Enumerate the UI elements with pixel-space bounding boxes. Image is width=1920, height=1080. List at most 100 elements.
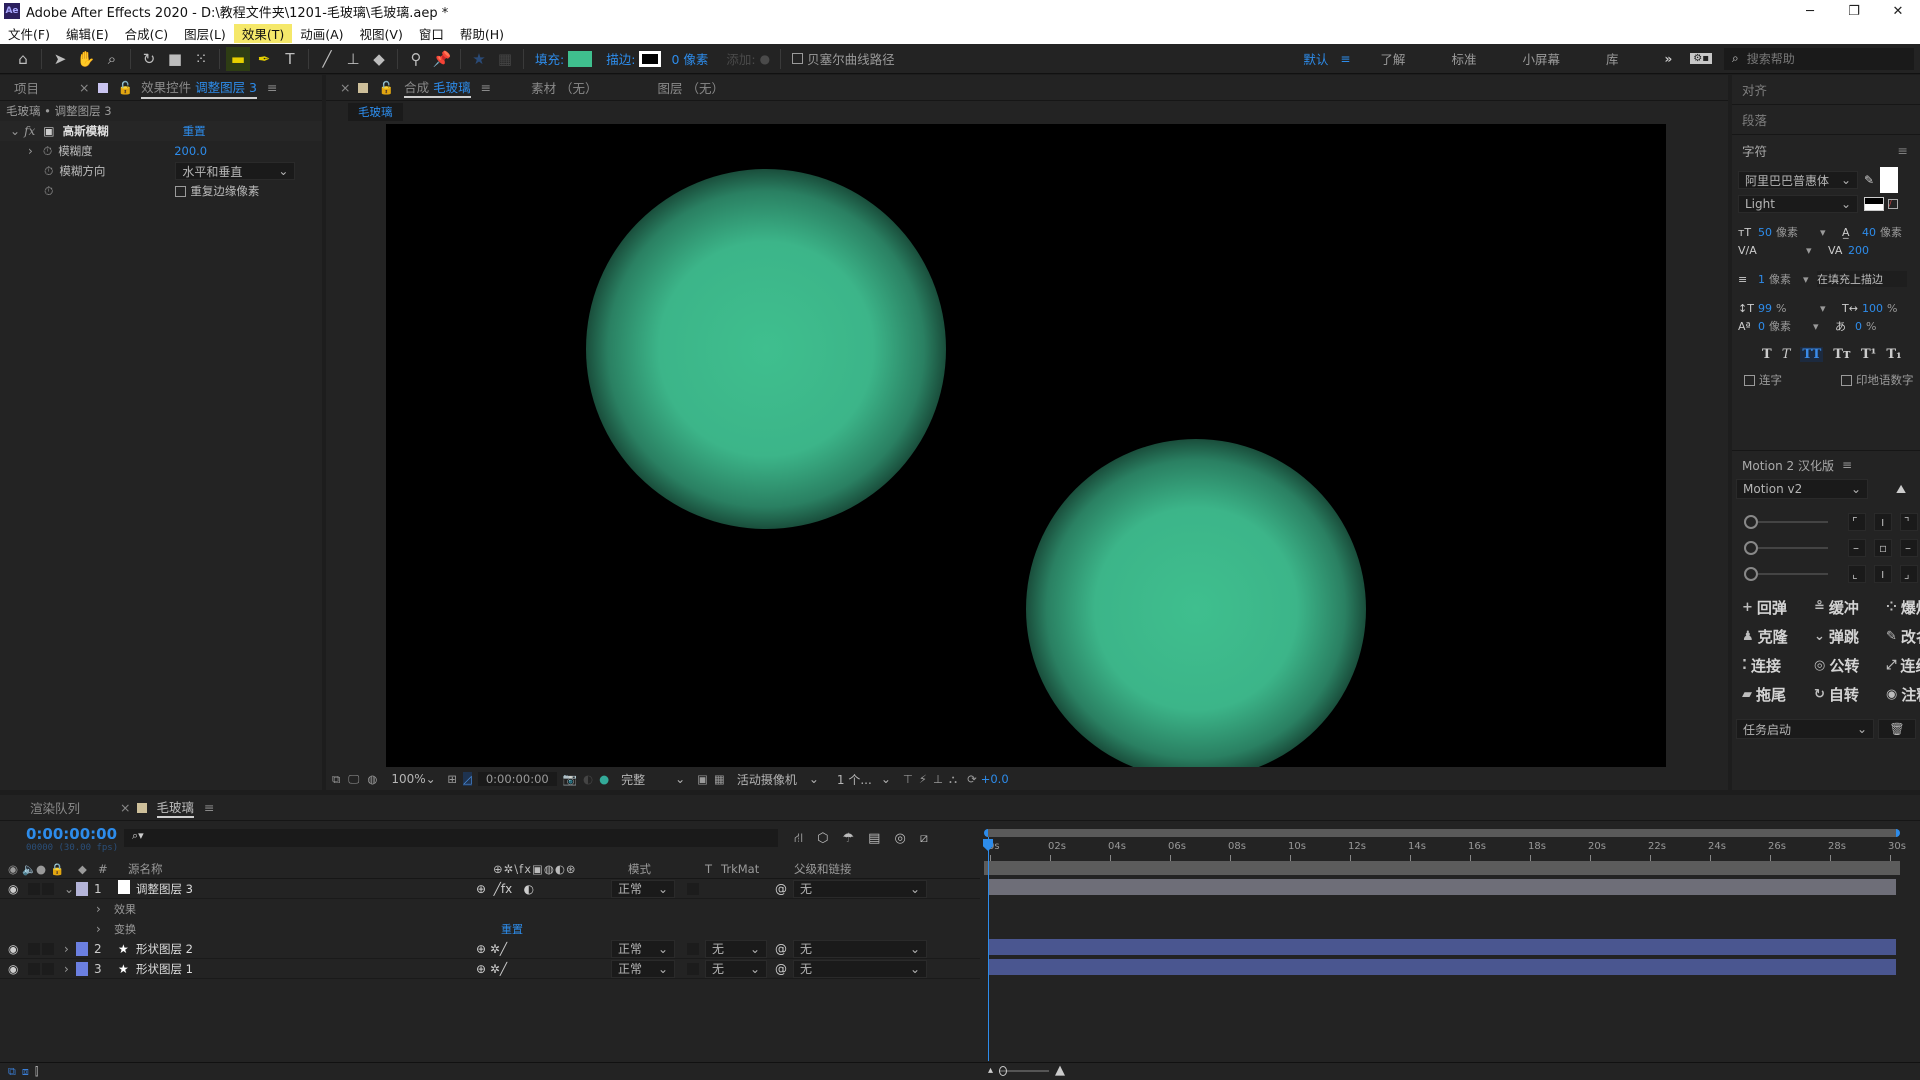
always-preview-icon[interactable]: ⧉	[332, 772, 340, 787]
dropdown-arrow-icon[interactable]: ▾	[1820, 302, 1842, 315]
paragraph-panel-header[interactable]: 段落	[1732, 105, 1920, 135]
label-color-swatch[interactable]	[76, 941, 88, 956]
puppet-pin-tool-icon[interactable]: 📌	[430, 47, 454, 71]
menu-window[interactable]: 窗口	[411, 24, 452, 43]
repeat-edge-checkbox[interactable]	[175, 185, 187, 197]
grid-icon[interactable]: ⊞	[447, 772, 457, 786]
ligatures-checkbox[interactable]	[1744, 374, 1755, 386]
anchor-bottom-left[interactable]: ⌞	[1848, 565, 1866, 583]
exposure-value[interactable]: +0.0	[981, 772, 1009, 786]
solo-toggle[interactable]	[42, 962, 54, 975]
layer-row[interactable]: ◉ › 3 ★ 形状图层 1 ⊕ ✲╱ 正常 ⌄ 无 ⌄ @ 无 ⌄	[0, 959, 980, 979]
pen-tool-icon[interactable]: ✒	[252, 47, 276, 71]
source-name-column-header[interactable]: 源名称	[128, 861, 493, 877]
tab-layer[interactable]: 图层 （无）	[658, 78, 724, 97]
pick-whip-icon[interactable]: @	[775, 882, 787, 896]
parent-select[interactable]: 无 ⌄	[793, 939, 927, 958]
snapshot-icon[interactable]: 📷	[563, 772, 577, 786]
blur-direction-select[interactable]: 水平和垂直 ⌄	[175, 162, 296, 180]
menu-view[interactable]: 视图(V)	[352, 24, 411, 43]
region-of-interest-icon[interactable]: ▣	[697, 772, 708, 786]
close-window-button[interactable]: ✕	[1876, 4, 1920, 19]
close-tab-icon[interactable]: ×	[79, 80, 89, 95]
visibility-eye-icon[interactable]: ◉	[8, 882, 28, 896]
audio-toggle[interactable]	[28, 942, 40, 955]
layer-bar-1[interactable]	[988, 879, 1896, 895]
label-color-swatch[interactable]	[76, 881, 88, 896]
dropdown-arrow-icon[interactable]: ▾	[1806, 244, 1828, 257]
expand-chevron-icon[interactable]: ›	[64, 962, 76, 976]
font-style-select[interactable]: Light ⌄	[1738, 195, 1858, 213]
motion-button-2[interactable]: ⁘爆炸	[1886, 597, 1920, 618]
task-launcher-select[interactable]: 任务启动 ⌄	[1736, 719, 1874, 739]
lock-icon[interactable]: 🔓	[118, 80, 134, 96]
anchor-left[interactable]: –	[1848, 539, 1866, 557]
clone-stamp-tool-icon[interactable]: ⊥	[341, 47, 365, 71]
layer-name[interactable]: 调整图层 3	[136, 881, 476, 897]
stroke-mode-select[interactable]: 在填充上描边	[1817, 271, 1907, 287]
in-out-toggle-icon[interactable]: ⫿	[35, 1065, 39, 1079]
transform-reset-link[interactable]: 重置	[501, 921, 523, 937]
audio-toggle[interactable]	[28, 962, 40, 975]
solo-toggle[interactable]	[42, 942, 54, 955]
menu-edit[interactable]: 编辑(E)	[58, 24, 117, 43]
font-family-select[interactable]: 阿里巴巴普惠体 ⌄	[1738, 171, 1858, 189]
layer-switches[interactable]: ⊕ ✲╱	[476, 942, 611, 956]
home-icon[interactable]: ⌂	[11, 47, 35, 71]
snapping-icon[interactable]: ★	[467, 47, 491, 71]
effect-reset-link[interactable]: 重置	[183, 123, 206, 139]
pick-whip-icon[interactable]: @	[775, 962, 787, 976]
trash-icon[interactable]: 🗑	[1878, 719, 1916, 739]
panel-menu-icon[interactable]: ≡	[267, 80, 277, 95]
transfer-controls-toggle-icon[interactable]: ⧈	[22, 1065, 29, 1079]
playhead[interactable]	[988, 837, 989, 1061]
mountains-icon[interactable]: ⛰	[1896, 482, 1906, 497]
faux-italic-button[interactable]: T	[1782, 347, 1791, 362]
workspace-settings-icon[interactable]: ⚙▪	[1690, 53, 1712, 64]
roto-brush-tool-icon[interactable]: ⚲	[404, 47, 428, 71]
expand-chevron-icon[interactable]: ›	[96, 922, 114, 936]
work-area-bar[interactable]	[984, 829, 1900, 837]
horizontal-scale-value[interactable]: 100	[1862, 302, 1883, 315]
layer-search-input[interactable]: ⌕▾	[124, 829, 778, 847]
toggle-pixel-aspect-icon[interactable]: ⊤	[903, 772, 913, 786]
anchor-center[interactable]: ▫	[1874, 539, 1892, 557]
motion-button-9[interactable]: ▰ 拖尾	[1742, 684, 1814, 705]
lock-icon[interactable]: 🔓	[378, 80, 394, 96]
minimize-button[interactable]: ─	[1788, 4, 1832, 19]
tab-footage[interactable]: 素材 （无）	[531, 78, 597, 97]
zoom-tool-icon[interactable]: ⌕	[100, 47, 124, 71]
motion-button-6[interactable]: ⁚ 连接	[1742, 655, 1814, 676]
comp-navigator-chip[interactable]: 毛玻璃	[348, 103, 403, 121]
motion-button-7[interactable]: ◎ 公转	[1814, 655, 1886, 676]
stroke-width-value[interactable]: 0 像素	[671, 49, 708, 68]
slider-handle-1[interactable]	[1744, 515, 1758, 529]
solo-toggle[interactable]	[42, 882, 54, 895]
timeline-zoom-slider[interactable]	[999, 1065, 1050, 1076]
selection-tool-icon[interactable]: ➤	[48, 47, 72, 71]
resolution-select[interactable]: 完整 ⌄	[615, 770, 691, 788]
panel-menu-icon[interactable]: ≡	[1898, 143, 1908, 158]
close-tab-icon[interactable]: ×	[340, 80, 350, 95]
label-color-swatch[interactable]	[76, 961, 88, 976]
menu-effect[interactable]: 效果(T)	[233, 23, 293, 43]
layer-property-group[interactable]: › 效果	[0, 899, 980, 919]
blend-mode-select[interactable]: 正常 ⌄	[611, 959, 675, 978]
draft-3d-icon[interactable]: ⬡	[817, 831, 828, 848]
layer-property-group[interactable]: › 变换 重置	[0, 919, 980, 939]
fill-color-box[interactable]	[1880, 167, 1899, 193]
workspace-libraries[interactable]: 库	[1606, 49, 1619, 68]
hand-tool-icon[interactable]: ✋	[74, 47, 98, 71]
tab-effect-controls[interactable]: 效果控件 调整图层 3	[141, 77, 258, 99]
layer-row[interactable]: ◉ › 2 ★ 形状图层 2 ⊕ ✲╱ 正常 ⌄ 无 ⌄ @ 无 ⌄	[0, 939, 980, 959]
parent-select[interactable]: 无 ⌄	[793, 959, 927, 978]
motion-preset-select[interactable]: Motion v2 ⌄	[1736, 479, 1868, 499]
fast-previews-icon[interactable]: ⚡	[919, 772, 927, 786]
tsume-value[interactable]: 0	[1855, 320, 1862, 333]
time-ruler[interactable]: 0s 02s 04s 06s 08s 10s 12s 14s 16s 18s 20s 22s 24s 26…	[984, 839, 1906, 861]
preserve-transparency-toggle[interactable]	[687, 882, 699, 895]
workspace-menu-icon[interactable]: ≡	[1340, 52, 1350, 66]
motion-button-10[interactable]: ↻ 自转	[1814, 684, 1886, 705]
visibility-eye-icon[interactable]: ◉	[8, 942, 28, 956]
search-help-input[interactable]: ⌕ 搜索帮助	[1724, 47, 1914, 70]
